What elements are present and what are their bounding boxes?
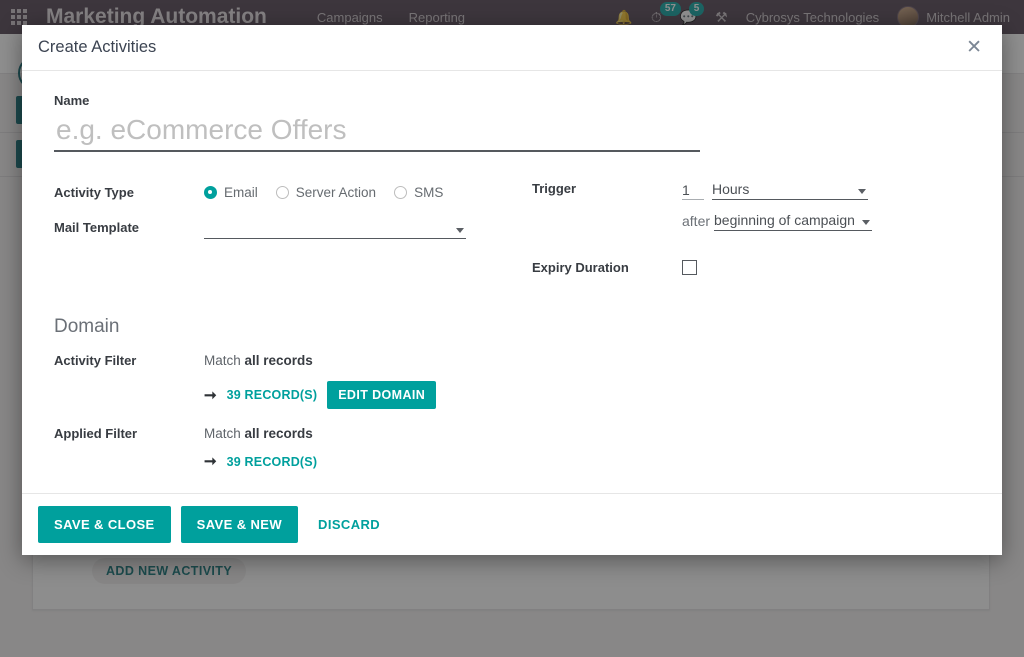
radio-sms-icon [394,186,408,199]
edit-domain-button[interactable]: EDIT DOMAIN [327,381,437,409]
trigger-interval-row: 1 Hours [682,178,872,200]
trigger-reference-value: beginning of campaign [714,211,855,228]
name-label: Name [54,93,90,108]
activity-filter-records-link[interactable]: 39 RECORD(S) [227,388,318,402]
arrow-right-icon: ➞ [204,453,217,470]
applied-filter-match-value: all records [244,426,313,441]
radio-server-action-icon [275,186,289,199]
activity-filter-match-prefix: Match [204,353,241,368]
dialog-header: Create Activities ✕ [22,25,1002,71]
radio-server-action-label: Server Action [295,185,377,200]
close-icon[interactable]: ✕ [960,36,988,59]
trigger-reference-select[interactable]: beginning of campaign [714,209,873,231]
trigger-controls: 1 Hours after beginning of campaign [682,178,873,231]
activity-filter-label: Activity Filter [54,353,137,368]
activity-type-radio-group: Email Server Action SMS [204,185,443,200]
trigger-relative-word: after [682,213,711,229]
name-input[interactable] [54,112,700,152]
form-column-right: Trigger 1 Hours after beginning of campa… [524,178,954,288]
activity-type-row: Activity Type Email Server Action SMS [54,178,524,207]
radio-email-label: Email [224,185,258,200]
applied-filter-match-text: Match all records [204,426,313,441]
chevron-down-icon [858,189,866,194]
applied-filter-row: Applied Filter Match all records [54,419,970,448]
discard-button[interactable]: DISCARD [308,506,390,543]
mail-template-row: Mail Template [54,213,524,242]
radio-option-sms[interactable]: SMS [394,185,443,200]
save-and-close-button[interactable]: SAVE & CLOSE [38,506,171,543]
applied-filter-records-link[interactable]: 39 RECORD(S) [227,455,318,469]
form-column-left: Activity Type Email Server Action SMS Ma… [54,178,524,288]
form-columns: Activity Type Email Server Action SMS Ma… [54,178,970,288]
radio-sms-label: SMS [414,185,444,200]
chevron-down-icon [862,220,871,225]
dialog-title: Create Activities [38,38,157,56]
activity-type-label: Activity Type [54,185,134,200]
activity-filter-records-row: ➞ 39 RECORD(S) EDIT DOMAIN [204,381,970,409]
expiry-duration-row: Expiry Duration [532,253,954,282]
expiry-duration-checkbox[interactable] [682,260,697,275]
trigger-interval-unit-value: Hours [712,180,750,197]
activity-filter-row: Activity Filter Match all records [54,346,970,375]
name-field-group: Name [54,93,970,152]
mail-template-select[interactable] [204,217,466,239]
activity-filter-match-value: all records [244,353,313,368]
trigger-interval-number[interactable]: 1 [682,182,704,200]
radio-option-server-action[interactable]: Server Action [275,185,377,200]
chevron-down-icon [456,227,464,233]
trigger-reference-row: after beginning of campaign [682,209,873,231]
radio-option-email[interactable]: Email [204,185,258,200]
arrow-right-icon: ➞ [204,386,217,404]
applied-filter-label: Applied Filter [54,426,138,441]
expiry-duration-label: Expiry Duration [532,260,629,275]
trigger-label: Trigger [532,181,577,196]
save-and-new-button[interactable]: SAVE & NEW [180,506,299,543]
mail-template-label: Mail Template [54,220,140,235]
dialog-footer: SAVE & CLOSE SAVE & NEW DISCARD [22,493,1002,555]
create-activities-dialog: Create Activities ✕ Name Activity Type E… [22,25,1002,555]
activity-filter-match-text: Match all records [204,353,313,368]
applied-filter-records-row: ➞ 39 RECORD(S) [204,454,970,469]
trigger-interval-unit-select[interactable]: Hours [712,178,868,200]
applied-filter-match-prefix: Match [204,426,241,441]
domain-section-title: Domain [54,316,120,337]
trigger-row: Trigger 1 Hours after beginning of campa… [532,178,954,231]
dialog-body: Name Activity Type Email Server Action [22,71,1002,493]
radio-email-icon [204,186,217,199]
